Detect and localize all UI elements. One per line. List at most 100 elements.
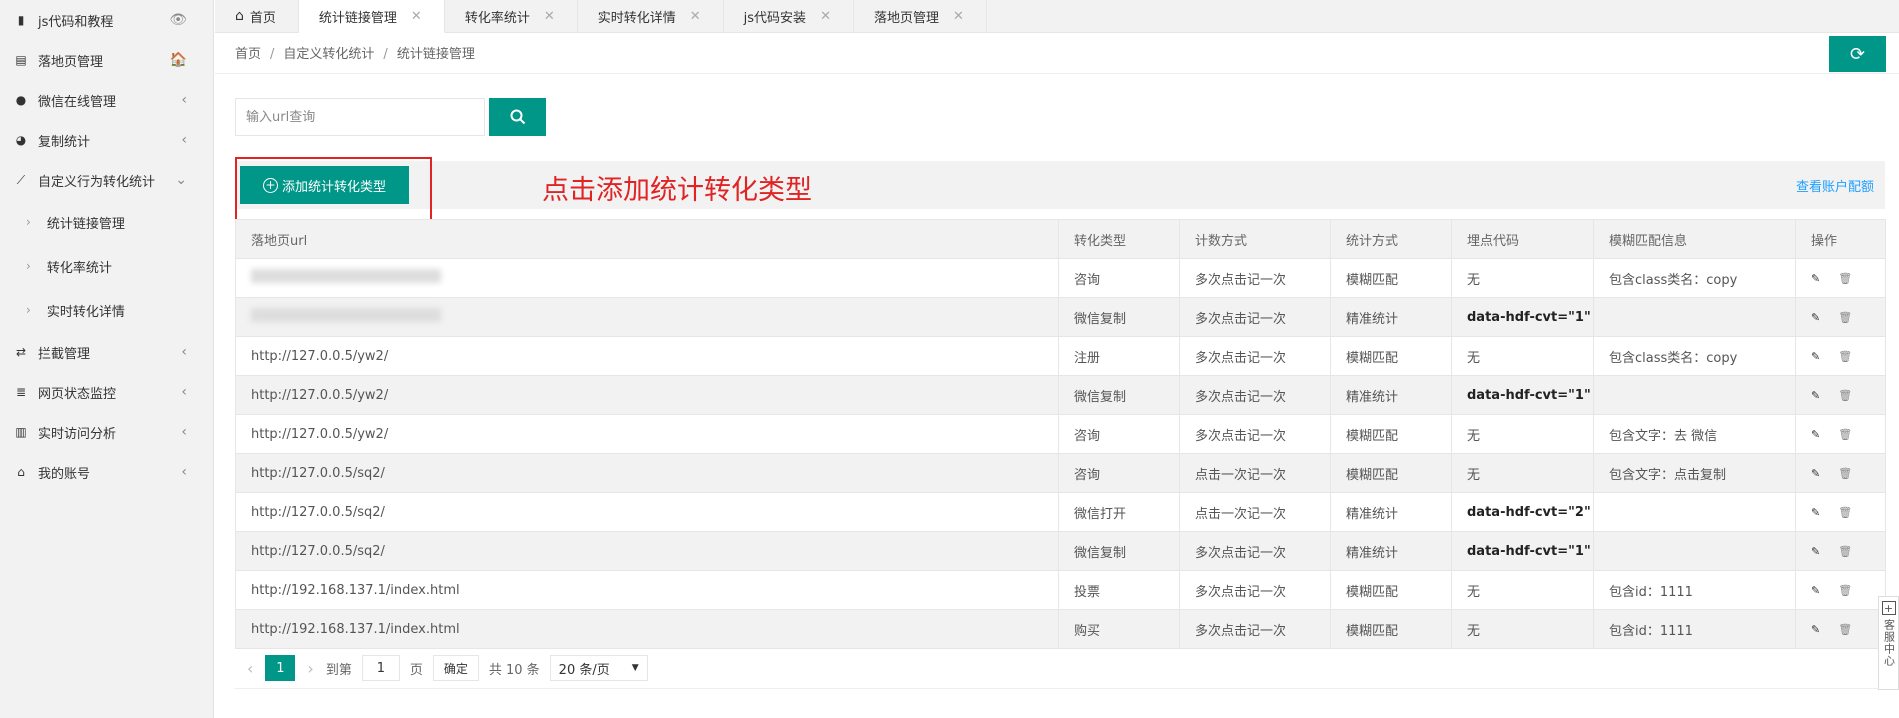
sidebar-item[interactable]: › 实时转化详情 <box>0 288 213 332</box>
chevron-left-icon: ‹ <box>181 92 187 108</box>
sidebar-item-label: 实时转化详情 <box>46 304 125 320</box>
sidebar-item[interactable]: ▤ 落地页管理 🏠 <box>0 40 213 80</box>
sidebar-item-label: 复制统计 <box>38 134 91 150</box>
cell-code: data-hdf-cvt="2" <box>1451 492 1594 532</box>
sidebar: ▮ js代码和教程 👁 ▤ 落地页管理 🏠 ● 微信在线管理 ‹ ◕ 复制统计 ‹ ⟋ 自定义行为转化统计… <box>0 0 214 718</box>
cell-count: 多次点击记一次 <box>1179 531 1331 571</box>
customer-service-widget[interactable]: + 客服中心 <box>1878 596 1899 690</box>
trash-icon[interactable]: 🗑 <box>1838 584 1852 597</box>
sidebar-item[interactable]: › 统计链接管理 <box>0 200 213 244</box>
sidebar-item-label: 自定义行为转化统计 <box>38 174 156 190</box>
table-row: http://127.0.0.5/sq2/咨询 点击一次记一次 模糊匹配无包含文字：… <box>235 453 1886 493</box>
close-icon[interactable]: ✕ <box>820 9 831 24</box>
sidebar-item[interactable]: ⌂ 我的账号 ‹ <box>0 452 213 492</box>
row-actions: ✎ 🗑 <box>1811 584 1870 597</box>
sidebar-item[interactable]: ⇄ 拦截管理 ‹ <box>0 332 213 372</box>
chevron-down-icon: ⌄ <box>175 172 187 188</box>
next-page-icon[interactable]: › <box>307 659 313 678</box>
cell-code: 无 <box>1451 570 1594 610</box>
tab-label: 转化率统计 <box>464 10 530 26</box>
sidebar-item[interactable]: ● 微信在线管理 ‹ <box>0 80 213 120</box>
tab[interactable]: js代码安装 ✕ <box>724 0 854 32</box>
row-actions: ✎ 🗑 <box>1811 545 1870 558</box>
sidebar-item[interactable]: ▥ 实时访问分析 ‹ <box>0 412 213 452</box>
trash-icon[interactable]: 🗑 <box>1838 506 1852 519</box>
sidebar-item-label: js代码和教程 <box>38 14 114 30</box>
tab[interactable]: ⌂ 首页 <box>215 0 299 32</box>
edit-icon[interactable]: ✎ <box>1811 545 1820 558</box>
chevron-right-icon: › <box>26 215 31 229</box>
sidebar-item[interactable]: ≣ 网页状态监控 ‹ <box>0 372 213 412</box>
cell-code: data-hdf-cvt="1" <box>1451 297 1594 337</box>
tab[interactable]: 落地页管理 ✕ <box>854 0 987 32</box>
trash-icon[interactable]: 🗑 <box>1838 272 1852 285</box>
trash-icon[interactable]: 🗑 <box>1838 350 1852 363</box>
tab[interactable]: 实时转化详情 ✕ <box>578 0 724 32</box>
row-actions: ✎ 🗑 <box>1811 506 1870 519</box>
cell-match <box>1593 375 1796 415</box>
chevron-left-icon: ‹ <box>181 384 187 400</box>
close-icon[interactable]: ✕ <box>411 9 422 24</box>
current-page[interactable]: 1 <box>265 655 296 681</box>
edit-icon[interactable]: ✎ <box>1811 584 1820 597</box>
search-button[interactable] <box>489 98 546 136</box>
view-quota-link[interactable]: 查看账户配额 <box>1796 176 1874 195</box>
cell-actions: ✎ 🗑 <box>1795 453 1886 493</box>
goto-confirm-button[interactable]: 确定 <box>432 655 479 681</box>
edit-icon[interactable]: ✎ <box>1811 623 1820 636</box>
cell-count: 点击一次记一次 <box>1179 453 1331 493</box>
cell-type: 注册 <box>1058 336 1180 376</box>
search-input[interactable] <box>235 98 485 136</box>
trash-icon[interactable]: 🗑 <box>1838 389 1852 402</box>
breadcrumb-section[interactable]: 自定义转化统计 <box>283 47 374 62</box>
column-header: 计数方式 <box>1179 219 1331 259</box>
cell-stat: 精准统计 <box>1330 297 1452 337</box>
redacted-url <box>251 269 441 283</box>
table-row: http://127.0.0.5/yw2/咨询 多次点击记一次 模糊匹配无包含文字：… <box>235 414 1886 454</box>
trash-icon[interactable]: 🗑 <box>1838 311 1852 324</box>
edit-icon[interactable]: ✎ <box>1811 350 1820 363</box>
cell-url <box>235 258 1059 298</box>
prev-page-icon[interactable]: ‹ <box>247 659 253 678</box>
goto-page-input[interactable]: 1 <box>361 655 400 681</box>
page-size-select[interactable]: 20 条/页 ▼ <box>549 655 648 681</box>
page-size-value: 20 条/页 <box>558 662 610 678</box>
sidebar-item[interactable]: ⟋ 自定义行为转化统计 ⌄ <box>0 160 213 200</box>
eye-icon: 👁 <box>169 12 187 28</box>
cell-count: 多次点击记一次 <box>1179 336 1331 376</box>
tab[interactable]: 统计链接管理 ✕ <box>298 0 445 33</box>
divider <box>235 688 1885 689</box>
edit-icon[interactable]: ✎ <box>1811 506 1820 519</box>
sidebar-item[interactable]: ◕ 复制统计 ‹ <box>0 120 213 160</box>
cell-match: 包含class类名：copy <box>1593 336 1796 376</box>
edit-icon[interactable]: ✎ <box>1811 428 1820 441</box>
cell-count: 多次点击记一次 <box>1179 297 1331 337</box>
edit-icon[interactable]: ✎ <box>1811 272 1820 285</box>
edit-icon[interactable]: ✎ <box>1811 467 1820 480</box>
sidebar-item-label: 转化率统计 <box>46 260 112 276</box>
column-header: 统计方式 <box>1330 219 1452 259</box>
sidebar-item[interactable]: ▮ js代码和教程 👁 <box>0 0 213 40</box>
close-icon[interactable]: ✕ <box>544 9 555 24</box>
edit-icon[interactable]: ✎ <box>1811 389 1820 402</box>
edit-icon[interactable]: ✎ <box>1811 311 1820 324</box>
breadcrumb-current: 统计链接管理 <box>396 47 475 62</box>
cell-stat: 精准统计 <box>1330 492 1452 532</box>
server-icon: ≣ <box>15 385 27 399</box>
row-actions: ✎ 🗑 <box>1811 350 1870 363</box>
trash-icon[interactable]: 🗑 <box>1838 545 1852 558</box>
sidebar-item[interactable]: › 转化率统计 <box>0 244 213 288</box>
tab[interactable]: 转化率统计 ✕ <box>445 0 578 32</box>
trash-icon[interactable]: 🗑 <box>1838 467 1852 480</box>
close-icon[interactable]: ✕ <box>953 9 964 24</box>
close-icon[interactable]: ✕ <box>690 9 701 24</box>
breadcrumb-home[interactable]: 首页 <box>235 47 261 62</box>
trash-icon[interactable]: 🗑 <box>1838 428 1852 441</box>
total-count: 共 10 条 <box>488 662 540 678</box>
cell-url <box>235 297 1059 337</box>
cell-stat: 精准统计 <box>1330 375 1452 415</box>
refresh-button[interactable]: ⟳ <box>1829 36 1886 72</box>
cell-match: 包含文字：去 微信 <box>1593 414 1796 454</box>
trash-icon[interactable]: 🗑 <box>1838 623 1852 636</box>
bookmark-icon: ▮ <box>17 13 25 27</box>
